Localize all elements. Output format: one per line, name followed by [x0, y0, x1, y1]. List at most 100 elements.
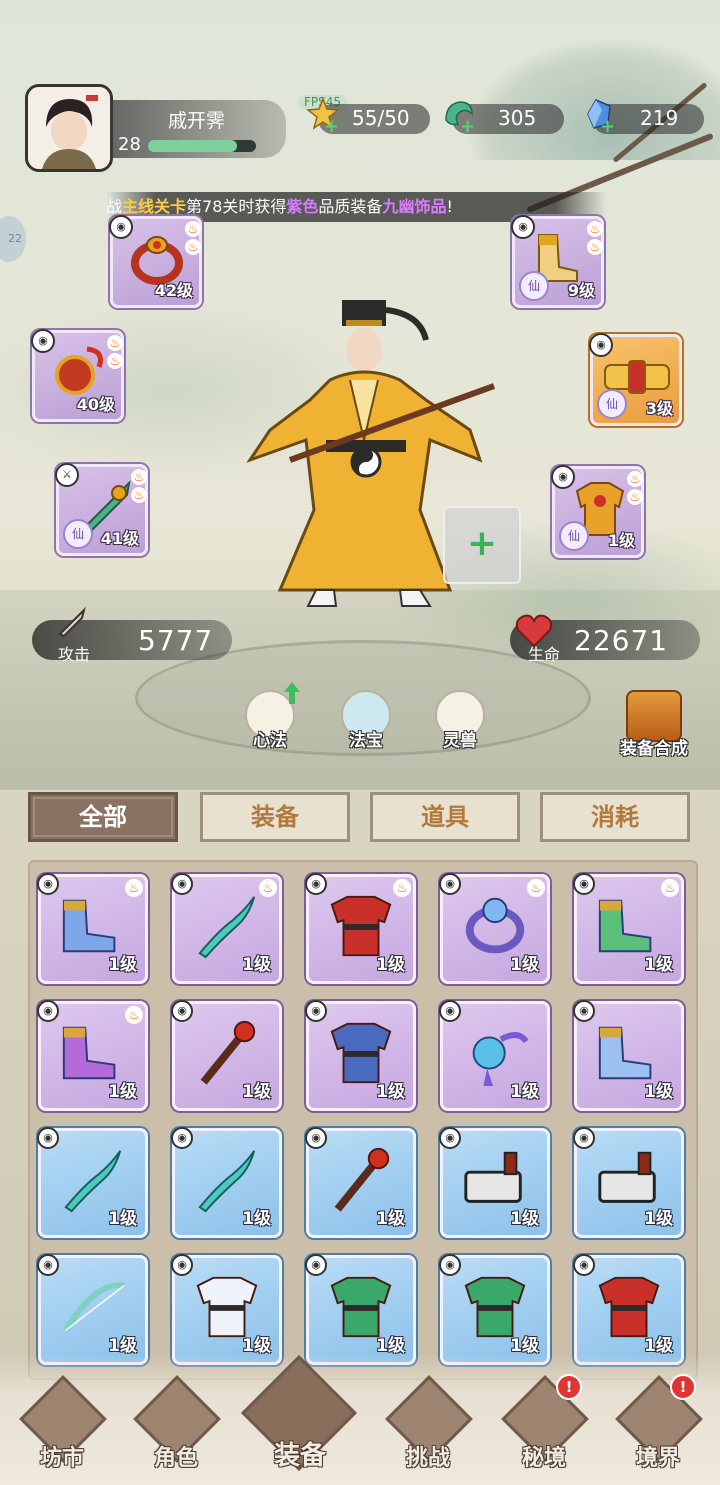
nav-label: 坊市 [39, 1446, 84, 1471]
nav-secret-realm[interactable]: 秘境 ! [496, 1374, 592, 1474]
notification-dot: ! [670, 1374, 696, 1400]
item-level: 1级 [376, 955, 405, 975]
immortal-badge: 仙 [559, 521, 589, 551]
item-level: 1级 [242, 1336, 271, 1356]
inventory-item-green-robe[interactable]: ◉ 1级 [305, 1254, 416, 1365]
fabao-label: 法宝 [349, 731, 383, 751]
item-level: 1级 [242, 1082, 271, 1102]
item-level: 1级 [644, 1336, 673, 1356]
inventory-item-red-robe[interactable]: ◉ ♨ 1级 [305, 873, 416, 984]
equipment-synthesis-button[interactable]: 装备合成 [606, 690, 702, 759]
equip-slot-boots[interactable]: ◉ ♨ ♨ 仙 9级 [511, 215, 604, 308]
notice-highlight: 主线关卡 [122, 197, 187, 216]
crystal-value: 219 [640, 106, 679, 130]
item-level: 1级 [644, 1209, 673, 1229]
inventory-item-blue-boots[interactable]: ◉ ♨ 1级 [37, 873, 148, 984]
notice-text: 战 [106, 197, 123, 216]
item-level: 1级 [644, 1082, 673, 1102]
exp-bar [148, 140, 256, 152]
item-level: 1级 [376, 1082, 405, 1102]
inventory-item-cleaver-2[interactable]: ◉ 1级 [573, 1127, 684, 1238]
equip-slot-ring[interactable]: ◉ ♨ ♨ 42级 [109, 215, 202, 308]
exp-bar-fill [148, 140, 237, 152]
inventory-item-jade-whip-2[interactable]: ◉ 1级 [37, 1127, 148, 1238]
item-level: 1级 [242, 1209, 271, 1229]
immortal-badge: 仙 [63, 519, 93, 549]
tab-equipment[interactable]: 装备 [200, 792, 350, 842]
item-level: 1级 [376, 1209, 405, 1229]
item-level: 1级 [510, 1082, 539, 1102]
item-level: 1级 [242, 955, 271, 975]
item-level: 3级 [645, 399, 673, 418]
attack-icon [58, 606, 86, 638]
nav-label: 装备 [273, 1441, 326, 1471]
equip-slot-amulet[interactable]: ◉ ♨ ♨ 40级 [31, 329, 124, 422]
item-level: 40级 [76, 395, 115, 414]
notification-dot: ! [556, 1374, 582, 1400]
item-level: 1级 [644, 955, 673, 975]
inventory-item-purple-boots[interactable]: ◉ ♨ 1级 [37, 1000, 148, 1111]
fire-icon: ♨ [185, 221, 201, 237]
inventory-item-jade-whip-3[interactable]: ◉ 1级 [171, 1127, 282, 1238]
nav-character[interactable]: 角色 [128, 1375, 224, 1474]
stamina-value: 55/50 [352, 106, 410, 130]
nav-label: 秘境 [521, 1446, 566, 1471]
lingshou-button[interactable]: 灵兽 [430, 690, 490, 751]
player-level: 28 [118, 134, 141, 155]
add-equipment-button[interactable]: + [443, 506, 521, 584]
item-level: 1级 [108, 1209, 137, 1229]
item-level: 1级 [108, 955, 137, 975]
inventory-grid: ◉ ♨ 1级 ◉ ♨ 1级 ◉ ♨ 1级 ◉ ♨ 1级 ◉ ♨ 1级 ◉ ♨ 1级 ◉ 1级 ◉ 1级 ◉ 1级 ◉ 1级 ◉ 1级 ◉… [28, 860, 698, 1380]
item-level: 9级 [567, 281, 595, 300]
upgrade-arrow-icon [284, 682, 300, 704]
inventory-item-green-boots[interactable]: ◉ ♨ 1级 [573, 873, 684, 984]
inventory-item-green-robe-2[interactable]: ◉ 1级 [439, 1254, 550, 1365]
inventory-item-jade-whip[interactable]: ◉ ♨ 1级 [171, 873, 282, 984]
item-level: 1级 [510, 1209, 539, 1229]
notice-text: 第78关时获得 [186, 197, 287, 216]
xinfa-button[interactable]: 心法 [240, 682, 300, 751]
attack-label: 攻击 [58, 645, 91, 664]
equip-slot-weapon[interactable]: ⚔ ♨ ♨ 仙 41级 [55, 463, 148, 556]
nav-label: 挑战 [405, 1446, 450, 1471]
hp-label: 生命 [528, 645, 561, 664]
hp-value: 22671 [574, 624, 669, 657]
synthesis-label: 装备合成 [620, 739, 688, 759]
notice-text: ! [446, 197, 453, 216]
add-stamina-icon[interactable]: + [324, 118, 339, 136]
item-level: 41级 [100, 529, 139, 548]
immortal-badge: 仙 [519, 271, 549, 301]
inventory-item-jade-pendant[interactable]: ◉ 1级 [439, 1000, 550, 1111]
add-jade-icon[interactable]: + [460, 118, 475, 136]
item-level: 1级 [607, 531, 635, 550]
nav-label: 境界 [635, 1446, 680, 1471]
fabao-button[interactable]: 法宝 [336, 690, 396, 751]
equip-slot-belt[interactable]: ◉ 仙 3级 [589, 333, 682, 426]
immortal-badge: 仙 [597, 389, 627, 419]
inventory-item-red-staff[interactable]: ◉ 1级 [171, 1000, 282, 1111]
inventory-item-jade-bow[interactable]: ◉ 1级 [37, 1254, 148, 1365]
nav-equipment[interactable]: 装备 [241, 1355, 357, 1474]
xinfa-label: 心法 [253, 731, 287, 751]
item-level: 1级 [510, 955, 539, 975]
tab-items[interactable]: 道具 [370, 792, 520, 842]
inventory-item-cleaver[interactable]: ◉ 1级 [439, 1127, 550, 1238]
inventory-item-red-robe-2[interactable]: ◉ 1级 [573, 1254, 684, 1365]
player-avatar[interactable] [25, 84, 113, 172]
item-level: 1级 [376, 1336, 405, 1356]
add-crystal-icon[interactable]: + [600, 118, 615, 136]
inventory-item-blue-boots-2[interactable]: ◉ 1级 [573, 1000, 684, 1111]
item-level: 1级 [510, 1336, 539, 1356]
tab-all[interactable]: 全部 [28, 792, 178, 842]
tab-consumables[interactable]: 消耗 [540, 792, 690, 842]
inventory-item-blue-robe[interactable]: ◉ 1级 [305, 1000, 416, 1111]
nav-market[interactable]: 坊市 [14, 1375, 110, 1474]
fire-icon: ♨ [185, 239, 201, 255]
nav-realm[interactable]: 境界 ! [610, 1374, 706, 1474]
notice-text: 品质装备 [318, 197, 383, 216]
nav-challenge[interactable]: 挑战 [380, 1375, 476, 1474]
inventory-item-blue-ring[interactable]: ◉ ♨ 1级 [439, 873, 550, 984]
inventory-item-white-robe[interactable]: ◉ 1级 [171, 1254, 282, 1365]
inventory-item-red-staff-2[interactable]: ◉ 1级 [305, 1127, 416, 1238]
equip-slot-armor[interactable]: ◉ ♨ ♨ 仙 1级 [551, 465, 644, 558]
